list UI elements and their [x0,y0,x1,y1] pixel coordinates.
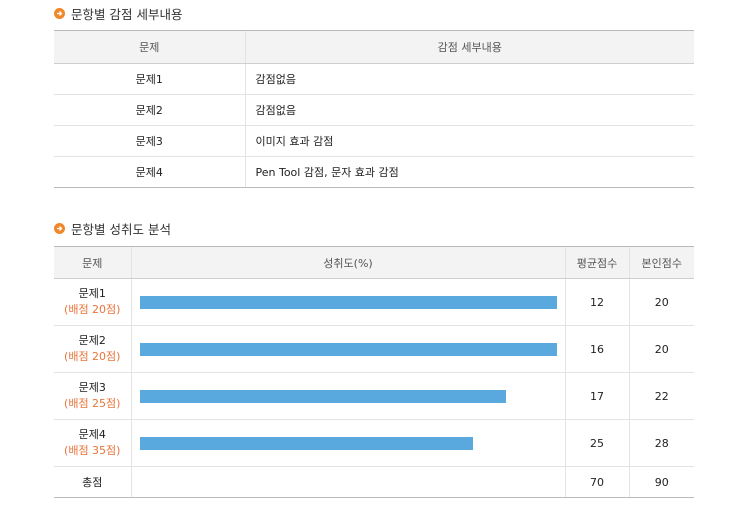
detail-cell: 감점없음 [244,94,694,126]
table-header-row: 문제 성취도(%) 평균점수 본인점수 [54,246,694,279]
column-header-average: 평균점수 [564,246,629,279]
table-header-row: 문제 감점 세부내용 [54,30,694,64]
total-bar-cell [130,466,565,498]
points-label: (배점 25점) [64,397,121,410]
bar-track [139,342,557,356]
achievement-bar [139,436,474,450]
my-score-cell: 22 [628,372,694,420]
total-average-cell: 70 [564,466,629,498]
bar-track [139,436,557,450]
table-row: 문제3 이미지 효과 감점 [54,125,694,157]
section-title-text: 문항별 성취도 분석 [71,221,171,237]
table-row: 문제3 (배점 25점) 17 22 [54,372,694,420]
question-cell: 문제4 (배점 35점) [54,419,131,467]
average-score-cell: 25 [564,419,629,467]
average-score-cell: 16 [564,325,629,373]
question-label: 문제3 [78,381,106,394]
achievement-cell [130,325,565,373]
question-cell: 문제3 (배점 25점) [54,372,131,420]
question-cell: 문제4 [54,156,245,188]
question-cell: 문제1 (배점 20점) [54,278,131,326]
column-header-question: 문제 [54,246,131,279]
detail-cell: 감점없음 [244,63,694,95]
achievement-cell [130,419,565,467]
section-title-deductions: 문항별 감점 세부내용 [54,3,182,23]
detail-cell: Pen Tool 감점, 문자 효과 감점 [244,156,694,188]
total-my-score-cell: 90 [628,466,694,498]
question-label: 문제4 [78,428,106,441]
average-score-cell: 17 [564,372,629,420]
question-label: 문제1 [78,287,106,300]
points-label: (배점 20점) [64,303,121,316]
question-cell: 문제3 [54,125,245,157]
question-cell: 문제1 [54,63,245,95]
column-header-achievement: 성취도(%) [130,246,565,279]
total-row: 총점 70 90 [54,466,694,498]
achievement-cell [130,372,565,420]
points-label: (배점 20점) [64,350,121,363]
bar-track [139,389,557,403]
achievement-bar [139,389,507,403]
column-header-detail: 감점 세부내용 [244,30,694,64]
question-cell: 문제2 [54,94,245,126]
table-row: 문제2 감점없음 [54,94,694,126]
detail-cell: 이미지 효과 감점 [244,125,694,157]
deduction-table: 문제 감점 세부내용 문제1 감점없음 문제2 감점없음 문제3 이미지 효과 … [54,30,694,188]
my-score-cell: 28 [628,419,694,467]
points-label: (배점 35점) [64,444,121,457]
column-header-question: 문제 [54,30,245,64]
achievement-bar [139,295,557,309]
average-score-cell: 12 [564,278,629,326]
total-label: 총점 [54,466,131,498]
column-header-my-score: 본인점수 [628,246,694,279]
section-title-text: 문항별 감점 세부내용 [71,6,183,22]
achievement-cell [130,278,565,326]
table-row: 문제1 감점없음 [54,63,694,95]
arrow-right-icon [54,7,65,19]
question-label: 문제2 [78,334,106,347]
my-score-cell: 20 [628,278,694,326]
table-row: 문제2 (배점 20점) 16 20 [54,325,694,373]
section-title-achievement: 문항별 성취도 분석 [54,218,171,238]
bar-track [139,295,557,309]
achievement-table: 문제 성취도(%) 평균점수 본인점수 문제1 (배점 20점) 12 20 문… [54,246,694,498]
arrow-right-icon [54,222,65,234]
question-cell: 문제2 (배점 20점) [54,325,131,373]
table-row: 문제1 (배점 20점) 12 20 [54,278,694,326]
my-score-cell: 20 [628,325,694,373]
table-row: 문제4 (배점 35점) 25 28 [54,419,694,467]
table-row: 문제4 Pen Tool 감점, 문자 효과 감점 [54,156,694,188]
achievement-bar [139,342,557,356]
